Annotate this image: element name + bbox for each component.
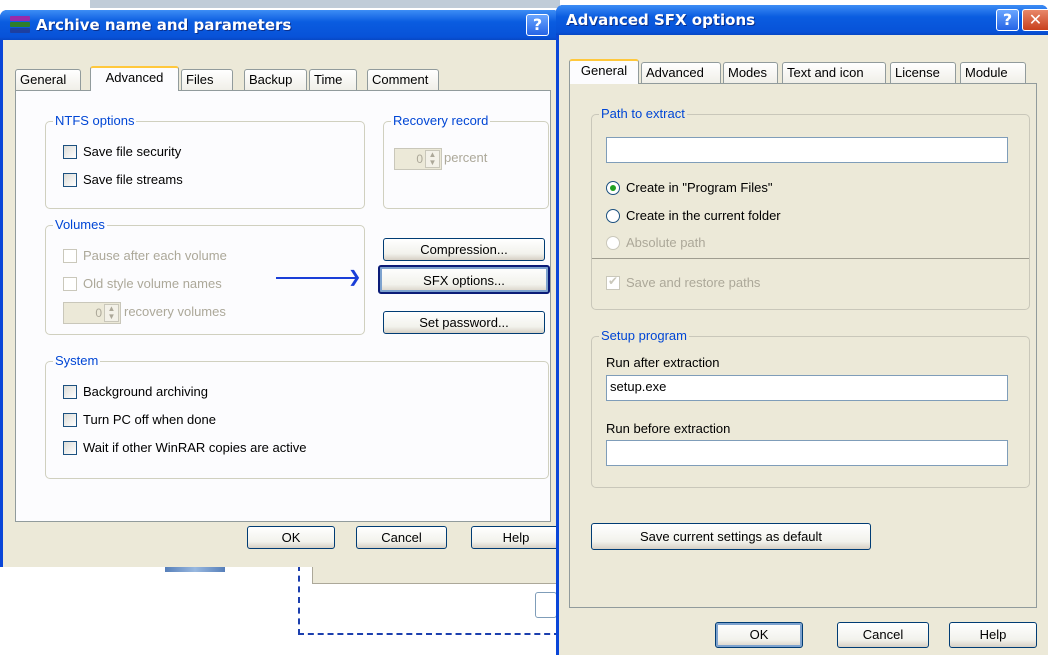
arrow-head-icon: ❯ <box>348 269 362 286</box>
recovery-volumes-spinner[interactable]: 0 ▲ ▼ <box>63 302 121 324</box>
run-after-input[interactable]: setup.exe <box>606 375 1008 401</box>
spinner-arrows-icon: ▲ ▼ <box>425 150 440 168</box>
sfx-help-bottom-button[interactable]: Help <box>949 622 1037 648</box>
spinner-arrows-icon: ▲ ▼ <box>104 304 119 322</box>
path-to-extract-label: Path to extract <box>599 106 687 121</box>
wait-other-copies-checkbox[interactable]: Wait if other WinRAR copies are active <box>63 440 306 455</box>
archive-cancel-button[interactable]: Cancel <box>356 526 447 549</box>
tab-advanced[interactable]: Advanced <box>90 66 179 91</box>
archive-help-button[interactable]: ? <box>526 14 549 36</box>
system-label: System <box>53 353 101 368</box>
tab-files[interactable]: Files <box>181 69 233 90</box>
recovery-percent-spinner[interactable]: 0 ▲ ▼ <box>394 148 442 170</box>
archive-ok-button[interactable]: OK <box>247 526 335 549</box>
sfx-tab-module[interactable]: Module <box>960 62 1026 83</box>
compression-button[interactable]: Compression... <box>383 238 545 261</box>
path-to-extract-group: Path to extract Create in "Program Files… <box>591 106 1030 310</box>
system-group: System Background archiving Turn PC off … <box>45 353 549 479</box>
archive-dialog-body: General Advanced Files Backup Time Comme… <box>3 40 561 567</box>
background-button-fragment <box>535 592 557 618</box>
sfx-dialog-body: General Advanced Modes Text and icon Lic… <box>559 35 1048 655</box>
sfx-ok-button[interactable]: OK <box>715 622 803 648</box>
sfx-general-panel: Path to extract Create in "Program Files… <box>569 83 1037 608</box>
save-file-security-checkbox[interactable]: Save file security <box>63 144 181 159</box>
recovery-record-group: Recovery record 0 ▲ ▼ percent <box>383 113 549 209</box>
sfx-tab-modes[interactable]: Modes <box>723 62 778 83</box>
ntfs-options-label: NTFS options <box>53 113 137 128</box>
recovery-record-label: Recovery record <box>391 113 491 128</box>
setup-program-label: Setup program <box>599 328 689 343</box>
volumes-group: Volumes Pause after each volume Old styl… <box>45 217 365 335</box>
sfx-titlebar[interactable]: Advanced SFX options ? ✕ <box>556 5 1048 35</box>
background-top-fragment <box>90 0 560 8</box>
sfx-tab-license[interactable]: License <box>890 62 956 83</box>
sfx-cancel-button[interactable]: Cancel <box>837 622 929 648</box>
archive-parameters-window: Archive name and parameters ? General Ad… <box>0 10 561 567</box>
run-before-input[interactable] <box>606 440 1008 466</box>
sfx-tab-text-and-icon[interactable]: Text and icon <box>782 62 886 83</box>
tab-general[interactable]: General <box>15 69 81 90</box>
archive-titlebar[interactable]: Archive name and parameters ? <box>0 10 560 40</box>
run-after-label: Run after extraction <box>606 355 720 370</box>
path-divider <box>592 258 1029 259</box>
sfx-help-button[interactable]: ? <box>996 9 1019 31</box>
run-before-label: Run before extraction <box>606 421 731 436</box>
volumes-label: Volumes <box>53 217 107 232</box>
archive-title: Archive name and parameters <box>36 16 292 34</box>
sfx-options-window: Advanced SFX options ? ✕ General Advance… <box>556 5 1048 655</box>
ntfs-options-group: NTFS options Save file security Save fil… <box>45 113 365 209</box>
background-archiving-checkbox[interactable]: Background archiving <box>63 384 208 399</box>
winrar-books-icon <box>10 16 30 34</box>
pause-after-volume-checkbox[interactable]: Pause after each volume <box>63 248 227 263</box>
close-icon: ✕ <box>1028 10 1043 29</box>
sfx-title: Advanced SFX options <box>566 11 756 29</box>
setup-program-group: Setup program Run after extraction setup… <box>591 328 1030 488</box>
tab-backup[interactable]: Backup <box>244 69 307 90</box>
advanced-tab-panel: NTFS options Save file security Save fil… <box>15 90 551 522</box>
save-file-streams-checkbox[interactable]: Save file streams <box>63 172 183 187</box>
save-restore-paths-checkbox[interactable]: ✔ Save and restore paths <box>606 274 760 290</box>
arrow-pointer <box>276 277 356 279</box>
save-settings-default-button[interactable]: Save current settings as default <box>591 523 871 550</box>
archive-help-bottom-button[interactable]: Help <box>471 526 561 549</box>
turn-pc-off-checkbox[interactable]: Turn PC off when done <box>63 412 216 427</box>
tab-time[interactable]: Time <box>309 69 357 90</box>
sfx-options-button[interactable]: SFX options... <box>378 265 550 294</box>
sfx-tab-advanced[interactable]: Advanced <box>641 62 721 83</box>
path-input[interactable] <box>606 137 1008 163</box>
set-password-button[interactable]: Set password... <box>383 311 545 334</box>
tab-comment[interactable]: Comment <box>367 69 439 90</box>
recovery-volumes-label: recovery volumes <box>124 304 226 319</box>
absolute-path-radio[interactable]: Absolute path <box>606 235 706 250</box>
old-style-volume-names-checkbox[interactable]: Old style volume names <box>63 276 222 291</box>
create-in-program-files-radio[interactable]: Create in "Program Files" <box>606 180 773 195</box>
sfx-close-button[interactable]: ✕ <box>1022 9 1048 31</box>
sfx-tab-general[interactable]: General <box>569 59 639 84</box>
recovery-percent-label: percent <box>444 150 488 165</box>
create-in-current-folder-radio[interactable]: Create in the current folder <box>606 208 781 223</box>
